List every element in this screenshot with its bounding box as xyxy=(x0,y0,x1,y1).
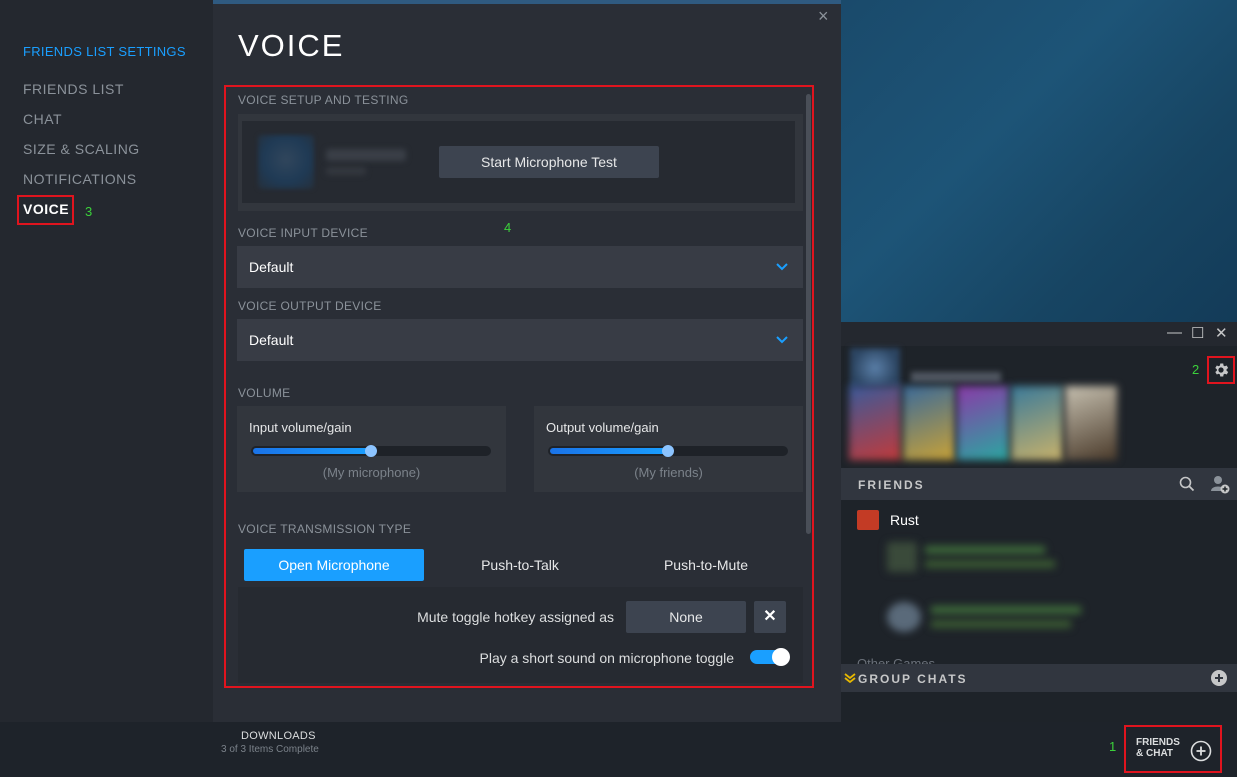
nav-item-notifications[interactable]: NOTIFICATIONS xyxy=(23,171,137,187)
avatar xyxy=(850,348,900,388)
blurred-friend-name xyxy=(931,606,1081,614)
friends-titlebar: — ☐ ✕ xyxy=(841,322,1237,346)
avatar xyxy=(887,542,917,572)
gear-icon[interactable] xyxy=(1212,361,1230,379)
friends-chat-line2: & CHAT xyxy=(1136,748,1174,759)
nav-item-size-scaling[interactable]: SIZE & SCALING xyxy=(23,141,140,157)
bottom-bar: DOWNLOADS 3 of 3 Items Complete xyxy=(0,722,1237,777)
minimize-icon[interactable]: — xyxy=(1167,324,1182,341)
group-chats-header[interactable]: GROUP CHATS xyxy=(841,664,1237,692)
downloads-status: 3 of 3 Items Complete xyxy=(221,744,319,755)
friends-section-header: FRIENDS xyxy=(841,468,1237,500)
game-tile[interactable] xyxy=(1011,386,1063,460)
game-tile[interactable] xyxy=(903,386,955,460)
game-tile[interactable] xyxy=(849,386,901,460)
friends-list-window: — ☐ ✕ FRIENDS Rust Other Gam xyxy=(841,322,1237,722)
friends-header-label: FRIENDS xyxy=(858,478,925,492)
blurred-username xyxy=(911,372,1001,382)
blurred-friend-name xyxy=(925,546,1045,554)
search-icon[interactable] xyxy=(1179,476,1195,492)
friends-chat-line1: FRIENDS xyxy=(1136,737,1180,748)
page-title: VOICE xyxy=(238,28,345,63)
add-group-chat-icon[interactable] xyxy=(1210,669,1228,687)
close-icon[interactable]: ✕ xyxy=(1215,324,1228,342)
chat-plus-icon xyxy=(1190,740,1212,762)
desktop-background xyxy=(841,0,1237,322)
game-name: Rust xyxy=(890,512,919,528)
highlight-settings-gear xyxy=(1207,356,1235,384)
close-icon[interactable]: × xyxy=(818,6,829,27)
recent-games-strip xyxy=(849,386,1121,460)
chevron-double-down-icon[interactable] xyxy=(844,673,856,683)
friends-chat-label: FRIENDS & CHAT xyxy=(1136,737,1180,759)
rust-game-icon xyxy=(857,510,879,530)
add-friend-icon[interactable] xyxy=(1210,474,1230,494)
settings-nav: FRIENDS LIST SETTINGS FRIENDS LIST CHAT … xyxy=(0,0,213,722)
game-tile[interactable] xyxy=(957,386,1009,460)
nav-item-friends-list[interactable]: FRIENDS LIST xyxy=(23,81,124,97)
friends-profile[interactable] xyxy=(841,346,1237,388)
blurred-friend-status xyxy=(931,620,1071,628)
avatar xyxy=(887,602,921,632)
game-tile[interactable] xyxy=(1065,386,1117,460)
annotation-2: 2 xyxy=(1192,362,1200,377)
friends-settings-window: FRIENDS LIST SETTINGS FRIENDS LIST CHAT … xyxy=(0,0,841,722)
group-chats-label: GROUP CHATS xyxy=(858,672,968,686)
annotation-3: 3 xyxy=(85,204,93,219)
blurred-friend-status xyxy=(925,560,1055,568)
annotation-1: 1 xyxy=(1109,739,1117,754)
downloads-label[interactable]: DOWNLOADS xyxy=(241,730,316,742)
highlight-voice-content xyxy=(224,85,814,688)
highlight-voice-nav xyxy=(17,195,74,225)
nav-header: FRIENDS LIST SETTINGS xyxy=(23,44,186,59)
nav-item-chat[interactable]: CHAT xyxy=(23,111,62,127)
friends-chat-button[interactable]: FRIENDS & CHAT xyxy=(1124,725,1222,773)
maximize-icon[interactable]: ☐ xyxy=(1191,324,1204,342)
